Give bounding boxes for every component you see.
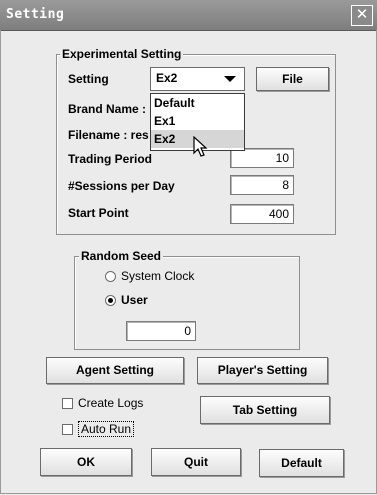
mouse-cursor-icon [193,136,208,157]
player-setting-button[interactable]: Player's Setting [197,357,328,384]
setting-select[interactable]: Ex2 [150,67,245,91]
trading-period-label: Trading Period [68,152,153,166]
close-icon: ✕ [355,6,369,23]
dropdown-option-ex1[interactable]: Ex1 [151,112,244,130]
ok-button[interactable]: OK [40,448,132,476]
sessions-per-day-label: #Sessions per Day [68,179,175,193]
default-button[interactable]: Default [259,449,344,477]
start-point-field[interactable]: 400 [230,204,294,224]
tab-setting-button[interactable]: Tab Setting [200,396,330,424]
title-bar: Setting ✕ [0,0,377,31]
create-logs-checkbox[interactable] [62,398,73,409]
file-button[interactable]: File [256,67,329,91]
quit-button[interactable]: Quit [151,448,241,476]
close-button[interactable]: ✕ [351,5,373,26]
start-point-label: Start Point [68,206,129,220]
setting-label: Setting [68,72,109,86]
experimental-setting-legend: Experimental Setting [60,47,184,61]
dropdown-option-default[interactable]: Default [151,94,244,112]
trading-period-field[interactable]: 10 [230,148,294,168]
auto-run-label: Auto Run [78,421,135,437]
user-seed-field[interactable]: 0 [126,321,196,341]
system-clock-label: System Clock [121,269,195,283]
auto-run-checkbox[interactable] [62,424,73,435]
chevron-down-icon [224,76,236,82]
user-radio[interactable] [105,295,116,306]
create-logs-label: Create Logs [78,396,144,410]
random-seed-legend: Random Seed [79,249,164,263]
sessions-per-day-field[interactable]: 8 [230,175,294,195]
agent-setting-button[interactable]: Agent Setting [46,357,184,384]
window-title: Setting [6,7,65,22]
user-label: User [121,293,148,307]
brand-name-label: Brand Name : [68,102,147,116]
system-clock-radio[interactable] [105,271,116,282]
filename-label: Filename : res [68,128,149,142]
setting-select-value: Ex2 [156,71,178,85]
